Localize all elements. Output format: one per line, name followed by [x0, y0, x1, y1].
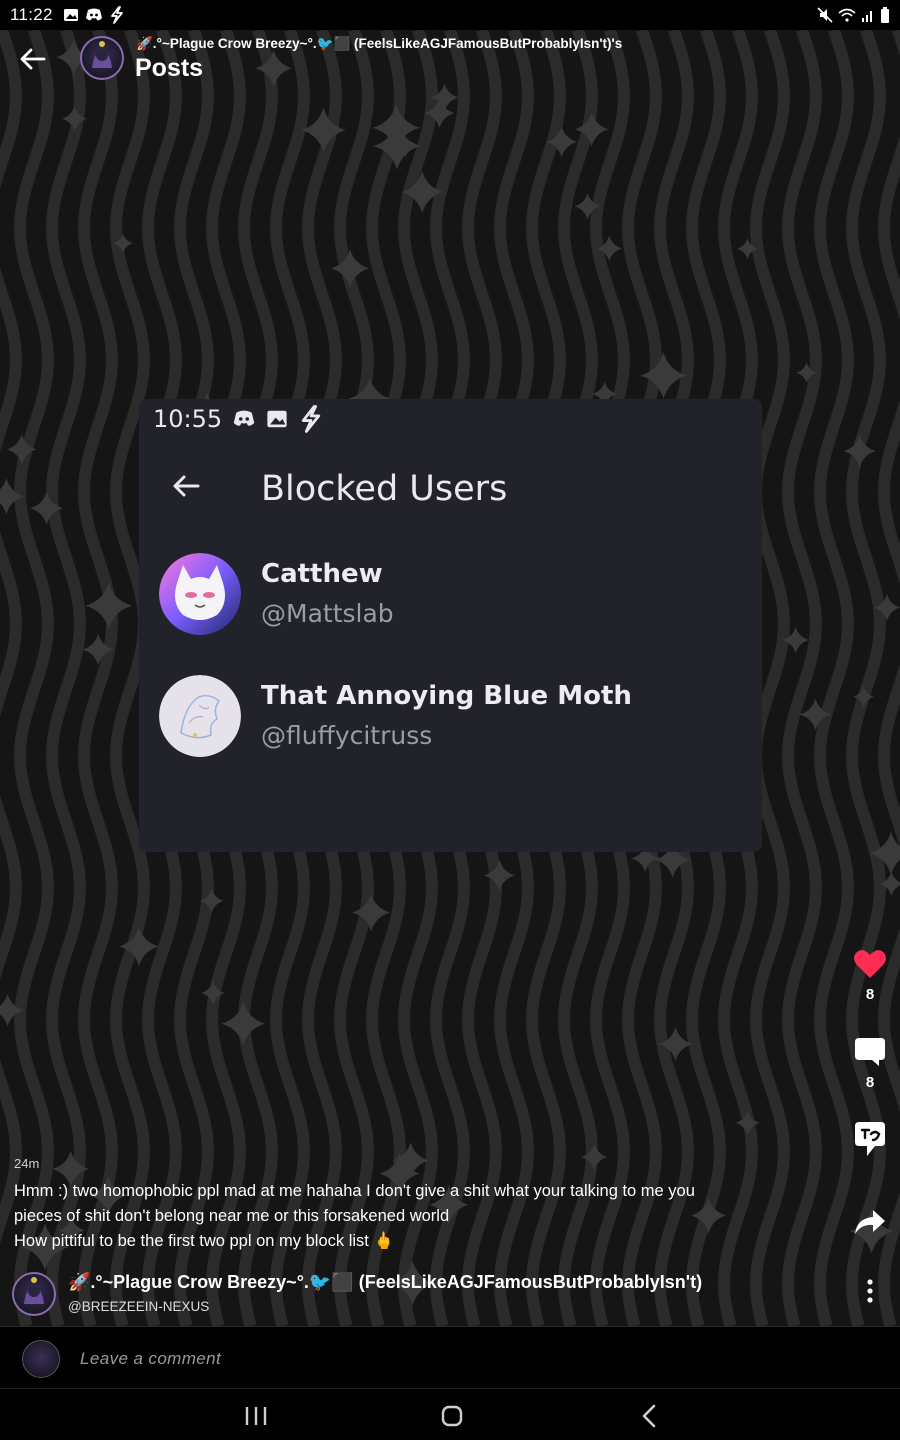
header-avatar[interactable] [80, 36, 124, 80]
author-name[interactable]: 🚀.°~Plague Crow Breezy~°.🐦⬛ (FeelsLikeAG… [68, 1272, 702, 1293]
status-time: 11:22 [10, 5, 53, 24]
image-back-arrow-icon [173, 475, 200, 497]
comment-bar [0, 1326, 900, 1388]
heart-icon [854, 950, 886, 978]
blocked-user-handle: @Mattslab [261, 599, 394, 628]
author-row: 🚀.°~Plague Crow Breezy~°.🐦⬛ (FeelsLikeAG… [0, 1268, 900, 1326]
blocked-user-name: That Annoying Blue Moth [261, 681, 632, 711]
comment-count: 8 [865, 1074, 875, 1091]
discord-icon [85, 8, 102, 21]
comment-input[interactable] [80, 1345, 820, 1373]
home-icon[interactable] [437, 1403, 467, 1429]
like-count: 8 [865, 986, 875, 1003]
battery-icon [881, 7, 889, 23]
blocked-user-handle: @fluffycitruss [261, 721, 433, 750]
header-subtitle: 🚀.°~Plague Crow Breezy~°.🐦⬛ (FeelsLikeAG… [136, 36, 623, 51]
mute-icon [817, 7, 833, 23]
author-avatar[interactable] [12, 1272, 56, 1316]
back-arrow-icon[interactable] [18, 44, 48, 74]
caption-text: Hmm :) two homophobic ppl mad at me haha… [14, 1182, 695, 1250]
bolt-icon [110, 6, 123, 24]
discord-icon [233, 410, 255, 426]
post-header: 🚀.°~Plague Crow Breezy~°.🐦⬛ (FeelsLikeAG… [0, 30, 900, 94]
gallery-icon [267, 410, 287, 428]
blocked-user-row: Catthew @Mattslab [159, 553, 759, 639]
current-user-avatar [22, 1340, 60, 1378]
blocked-user-avatar [159, 553, 241, 635]
wifi-icon [838, 8, 856, 22]
image-status-time: 10:55 [153, 405, 223, 433]
image-status-bar: 10:55 [153, 405, 324, 433]
share-button[interactable] [845, 1208, 895, 1236]
blocked-user-avatar [159, 675, 241, 757]
share-arrow-icon [855, 1210, 885, 1234]
back-nav-icon[interactable] [634, 1403, 664, 1429]
post-caption: 24m Hmm :) two homophobic ppl mad at me … [14, 1156, 804, 1254]
chat-share-icon [855, 1122, 885, 1156]
image-title: Blocked Users [261, 469, 508, 509]
share-to-chat-button[interactable] [845, 1120, 895, 1158]
more-options-icon[interactable] [860, 1278, 880, 1304]
blocked-user-name: Catthew [261, 559, 383, 589]
blocked-user-row: That Annoying Blue Moth @fluffycitruss [159, 675, 759, 761]
header-title: Posts [135, 54, 204, 82]
recent-apps-icon[interactable] [241, 1403, 271, 1429]
status-bar: 11:22 [0, 0, 900, 30]
author-handle: @BREEZEEIN-NEXUS [68, 1299, 210, 1314]
gallery-icon [63, 9, 78, 21]
post-image[interactable]: 10:55 Blocked Users Catthew @Mattslab Th… [139, 399, 762, 852]
bolt-icon [301, 405, 321, 433]
signal-icon [862, 11, 872, 22]
comment-button[interactable]: 8 [845, 1036, 895, 1091]
like-button[interactable]: 8 [845, 948, 895, 1003]
system-nav-bar [0, 1388, 900, 1440]
comment-icon [855, 1038, 885, 1066]
post-timestamp: 24m [14, 1156, 40, 1171]
